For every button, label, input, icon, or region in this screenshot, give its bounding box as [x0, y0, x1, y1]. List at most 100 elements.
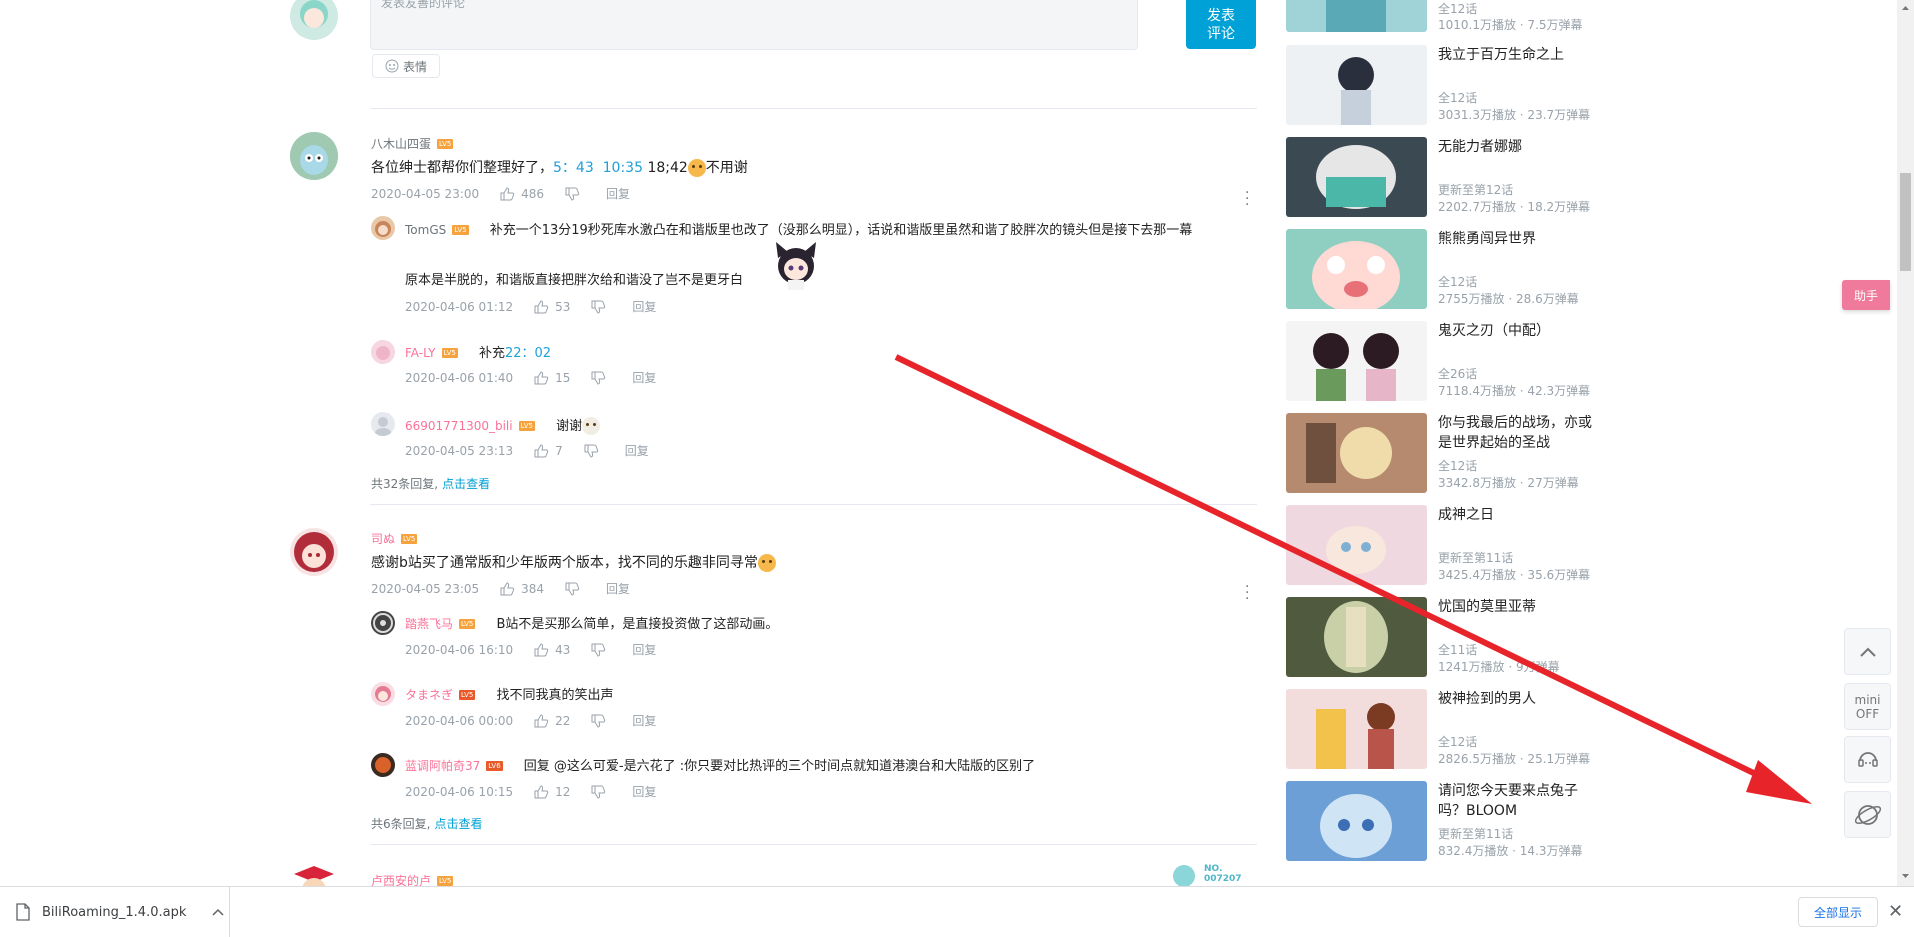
recommend-item[interactable]: 你与我最后的战场，亦或是世界起始的圣战 全12话 3342.8万播放 · 27万…: [1286, 413, 1606, 495]
episode-status: 全11话: [1438, 643, 1478, 657]
thumb-up-icon: [534, 299, 549, 313]
customer-service-button[interactable]: [1844, 736, 1891, 783]
comment-username[interactable]: 司ぬ: [371, 530, 395, 547]
comment-text-part: 感谢b站买了通常版和少年版两个版本，找不同的乐趣非同寻常: [371, 555, 758, 571]
like-button[interactable]: 22: [533, 713, 570, 729]
emoji-button[interactable]: 表情: [372, 54, 440, 78]
reply-text-part: 补充: [478, 346, 505, 361]
thumb-up-icon: [500, 581, 515, 595]
like-button[interactable]: 12: [533, 784, 570, 800]
avatar[interactable]: [371, 753, 395, 777]
anime-title[interactable]: 忧国的莫里亚蒂: [1438, 597, 1598, 617]
view-more-replies-link[interactable]: 点击查看: [442, 477, 490, 491]
reply-text: 回复 @这么可爱-是六花了 :你只要对比热评的三个时间点就知道港澳台和大陆版的区…: [523, 759, 1036, 774]
level-badge: LV5: [437, 138, 454, 149]
anime-title[interactable]: 熊熊勇闯异世界: [1438, 229, 1598, 249]
reply-text: 找不同我真的笑出声: [496, 688, 614, 703]
recommend-item[interactable]: 鬼灭之刃（中配） 全26话 7118.4万播放 · 42.3万弹幕: [1286, 321, 1606, 403]
reply-username[interactable]: TomGS: [405, 223, 446, 237]
like-button[interactable]: 384: [499, 581, 544, 597]
recommend-item[interactable]: 忧国的莫里亚蒂 全11话 1241万播放 · 9万弹幕: [1286, 597, 1606, 679]
play-stats: 3342.8万播放 · 27万弹幕: [1438, 476, 1579, 490]
like-button[interactable]: 486: [499, 186, 544, 202]
avatar[interactable]: [371, 412, 395, 436]
reply-username[interactable]: FA-LY: [405, 346, 436, 360]
reply-username[interactable]: タまネぎ: [405, 686, 453, 703]
view-more-replies-link[interactable]: 点击查看: [434, 817, 482, 831]
recommend-item[interactable]: 请问您今天要来点兔子吗？BLOOM 更新至第11话 832.4万播放 · 14.…: [1286, 781, 1606, 863]
avatar[interactable]: [290, 132, 338, 180]
download-item[interactable]: BiliRoaming_1.4.0.apk: [0, 887, 230, 937]
dislike-button[interactable]: [590, 299, 612, 315]
reply-button[interactable]: 回复: [632, 783, 656, 800]
more-options-icon[interactable]: · · ·: [1245, 580, 1249, 606]
episode-status: 全26话: [1438, 367, 1478, 381]
reply-button[interactable]: 回复: [632, 712, 656, 729]
planet-button[interactable]: [1844, 791, 1891, 838]
reply-button[interactable]: 回复: [625, 442, 649, 459]
helper-button[interactable]: 助手: [1842, 280, 1890, 310]
like-button[interactable]: 43: [533, 642, 570, 658]
dislike-button[interactable]: [564, 186, 586, 202]
dislike-button[interactable]: [583, 443, 605, 459]
dislike-button[interactable]: [564, 581, 586, 597]
like-count: 22: [555, 713, 571, 728]
reply-username[interactable]: 踏燕飞马: [405, 615, 453, 632]
mini-player-toggle[interactable]: mini OFF: [1844, 683, 1891, 730]
more-options-icon[interactable]: · · ·: [1245, 186, 1249, 212]
close-icon[interactable]: ✕: [1888, 901, 1903, 922]
anime-title[interactable]: 我立于百万生命之上: [1438, 45, 1598, 65]
avatar[interactable]: [371, 340, 395, 364]
avatar[interactable]: [371, 216, 395, 240]
anime-title[interactable]: 无能力者娜娜: [1438, 137, 1598, 157]
recommend-item[interactable]: 成神之日 更新至第11话 3425.4万播放 · 35.6万弹幕: [1286, 505, 1606, 587]
reply-button[interactable]: 回复: [606, 580, 630, 597]
dislike-button[interactable]: [590, 642, 612, 658]
anime-title[interactable]: 成神之日: [1438, 505, 1598, 525]
anime-title[interactable]: 你与我最后的战场，亦或是世界起始的圣战: [1438, 413, 1598, 453]
reply-username[interactable]: 66901771300_bili: [405, 419, 513, 433]
dislike-button[interactable]: [590, 370, 612, 386]
anime-title[interactable]: 鬼灭之刃（中配）: [1438, 321, 1598, 341]
dislike-button[interactable]: [590, 784, 612, 800]
recommend-item[interactable]: 无能力者娜娜 更新至第12话 2202.7万播放 · 18.2万弹幕: [1286, 137, 1606, 219]
send-comment-button[interactable]: 发表 评论: [1186, 0, 1256, 49]
reply-button[interactable]: 回复: [632, 641, 656, 658]
recommend-item[interactable]: 熊熊勇闯异世界 全12话 2755万播放 · 28.6万弹幕: [1286, 229, 1606, 311]
thumb-up-icon: [534, 784, 549, 798]
avatar[interactable]: [371, 611, 395, 635]
page-scrollbar[interactable]: [1897, 0, 1914, 886]
scroll-thumb[interactable]: [1900, 173, 1911, 271]
dislike-button[interactable]: [590, 713, 612, 729]
reply-button[interactable]: 回复: [606, 185, 630, 202]
comment-username[interactable]: 八木山四蛋: [371, 135, 431, 152]
anime-title[interactable]: 被神捡到的男人: [1438, 689, 1598, 709]
recommend-item[interactable]: 被神捡到的男人 全12话 2826.5万播放 · 25.1万弹幕: [1286, 689, 1606, 771]
show-all-button[interactable]: 全部显示: [1798, 897, 1878, 927]
like-button[interactable]: 7: [533, 443, 563, 459]
like-button[interactable]: 15: [533, 370, 570, 386]
comment-input[interactable]: 发表友善的评论: [370, 0, 1138, 50]
reply-button[interactable]: 回复: [632, 369, 656, 386]
avatar[interactable]: [371, 682, 395, 706]
recommend-item[interactable]: 我立于百万生命之上 全12话 3031.3万播放 · 23.7万弹幕: [1286, 45, 1606, 127]
anime-title[interactable]: 请问您今天要来点兔子吗？BLOOM: [1438, 781, 1598, 821]
chevron-up-icon[interactable]: [212, 908, 224, 916]
file-icon: [16, 903, 30, 921]
avatar[interactable]: [290, 528, 338, 576]
recommend-item[interactable]: 全12话 1010.1万播放 · 7.5万弹幕: [1286, 0, 1606, 34]
like-button[interactable]: 53: [533, 299, 570, 315]
divider: [370, 504, 1257, 505]
timestamp-link[interactable]: 10:35: [603, 160, 643, 176]
timestamp-link[interactable]: 22：02: [505, 346, 551, 361]
episode-status: 全12话: [1438, 459, 1478, 473]
comment-date: 2020-04-05 23:00: [371, 186, 480, 201]
episode-status: 全12话: [1438, 91, 1478, 105]
comment-text-part: 不用谢: [705, 160, 748, 176]
back-to-top-button[interactable]: [1844, 628, 1891, 675]
reply-username[interactable]: 蓝调阿帕奇37: [405, 757, 480, 774]
more-replies: 共32条回复, 点击查看: [371, 475, 490, 492]
timestamp-link[interactable]: 5：43: [553, 160, 594, 176]
reply-button[interactable]: 回复: [632, 298, 656, 315]
episode-status: 更新至第11话: [1438, 827, 1514, 841]
